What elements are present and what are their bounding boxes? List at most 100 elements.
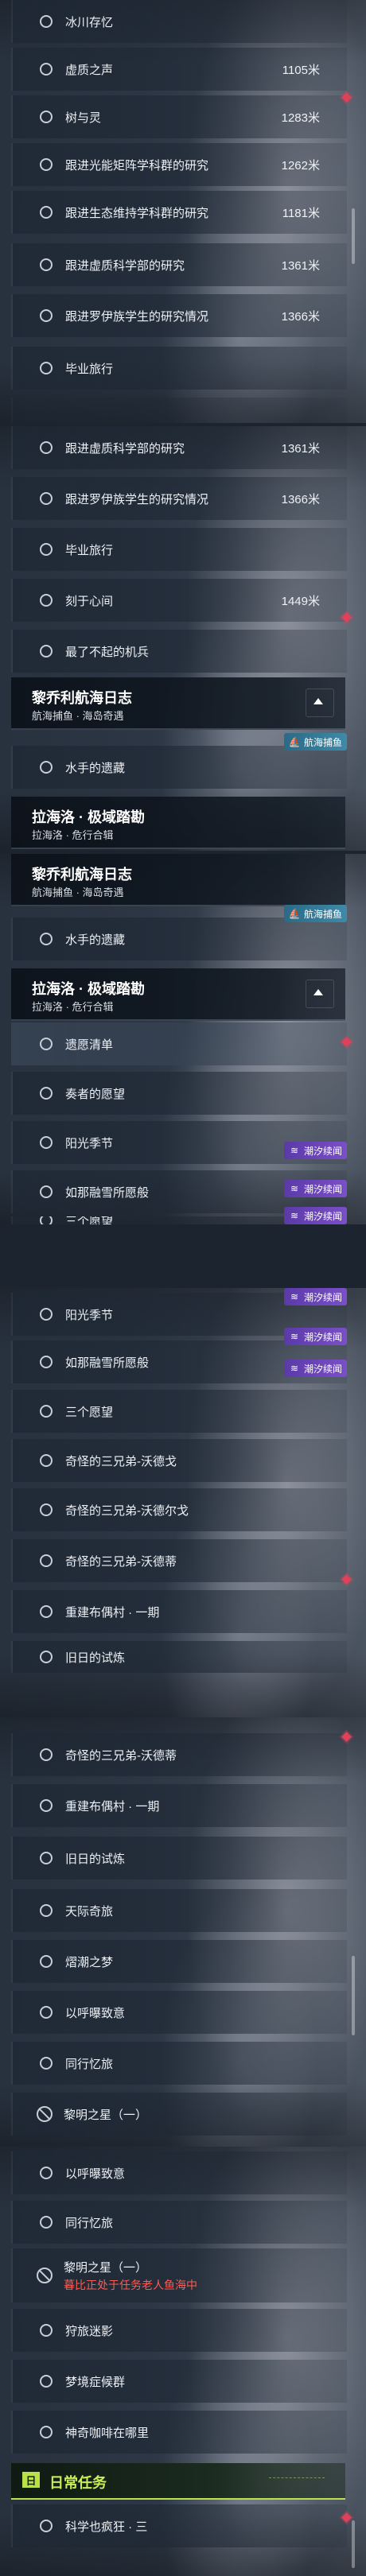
quest-row[interactable]: 重建布偶村 · 一期	[11, 1784, 347, 1827]
quest-row[interactable]: 科学也疯狂 · 三	[11, 2504, 347, 2547]
quest-row[interactable]: 黎明之星（一）	[11, 2093, 347, 2136]
quest-title: 重建布偶村 · 一期	[65, 1799, 160, 1814]
quest-title: 如那融雪所愿般	[65, 1356, 150, 1370]
quest-row[interactable]: 三个愿望	[11, 1390, 347, 1433]
quest-row[interactable]: 天际奇旅	[11, 1889, 347, 1932]
quest-title: 同行忆旅	[65, 2057, 114, 2071]
quest-title: 毕业旅行	[65, 362, 114, 376]
quest-title: 天际奇旅	[65, 1904, 114, 1918]
quest-row[interactable]: 水手的遗藏	[11, 746, 347, 789]
quest-row[interactable]: 跟进虚质科学部的研究 1361米	[11, 426, 347, 469]
quest-blocked-reason: 暮比正处于任务老人鱼海中	[64, 2278, 197, 2291]
quest-row[interactable]: 黎明之星（一） 暮比正处于任务老人鱼海中	[11, 2248, 347, 2302]
wave-icon: ≋	[290, 1145, 299, 1156]
quest-row[interactable]: 跟进罗伊族学生的研究情况 1366米	[11, 294, 347, 337]
quest-title: 跟进虚质科学部的研究	[65, 258, 185, 273]
wave-icon: ≋	[290, 1331, 299, 1342]
daily-title: 日常任务	[49, 2475, 107, 2491]
category-subtitle: 拉海洛 · 危行合辑	[32, 829, 114, 841]
quest-row[interactable]: 跟进生态维持学科群的研究 1181米	[11, 191, 347, 234]
quest-row[interactable]: 遗愿清单	[11, 1022, 347, 1065]
quest-row[interactable]: 冰川存忆	[11, 0, 347, 43]
quest-status-icon	[40, 309, 53, 322]
quest-row[interactable]: 跟进罗伊族学生的研究情况 1366米	[11, 477, 347, 520]
quest-status-icon	[40, 2375, 53, 2388]
quest-title: 旧日的试炼	[65, 1852, 126, 1866]
quest-title: 毕业旅行	[65, 543, 114, 557]
quest-row[interactable]: 狩旅迷影	[11, 2309, 347, 2352]
quest-title: 重建布偶村 · 一期	[65, 1605, 160, 1620]
quest-row[interactable]: 同行忆旅	[11, 2042, 347, 2085]
quest-row[interactable]: 奇怪的三兄弟-沃德尔戈	[11, 1488, 347, 1531]
collapse-up-icon	[313, 989, 323, 995]
quest-status-icon	[40, 1405, 53, 1418]
quest-row[interactable]: 毕业旅行	[11, 347, 347, 390]
quest-row[interactable]: 最了不起的机兵	[11, 630, 347, 673]
chaoxi-tag-badge: ≋ 潮汐续闻	[283, 1142, 347, 1159]
quest-row[interactable]: 跟进虚质科学部的研究 1361米	[11, 243, 347, 286]
hanghai-tag-badge: ⛵ 航海捕鱼	[283, 733, 347, 751]
quest-status-icon	[40, 1799, 53, 1812]
chaoxi-tag-badge: ≋ 潮汐续闻	[283, 1288, 347, 1305]
quest-status-icon	[40, 2216, 53, 2229]
quest-row[interactable]: 树与灵 1283米	[11, 95, 347, 138]
quest-row[interactable]: 旧日的试炼	[11, 1837, 347, 1880]
quest-status-icon	[40, 15, 53, 28]
badge-label: 航海捕鱼	[303, 736, 342, 748]
quest-title: 奇怪的三兄弟-沃德蒂	[65, 1748, 177, 1763]
scrollbar[interactable]	[352, 208, 355, 264]
quest-title: 三个愿望	[65, 1405, 114, 1419]
quest-distance: 1283米	[281, 111, 320, 125]
quest-status-icon	[40, 543, 53, 556]
quest-row[interactable]: 奇怪的三兄弟-沃德蒂	[11, 1733, 347, 1776]
quest-title: 科学也疯狂 · 三	[65, 2520, 148, 2534]
quest-row[interactable]: 梦境症候群	[11, 2360, 347, 2403]
quest-category-header[interactable]: 拉海洛 · 极域踏勘 拉海洛 · 危行合辑	[11, 797, 345, 849]
quest-title: 三个愿望	[65, 1216, 114, 1224]
quest-row[interactable]: 虚质之声 1105米	[11, 48, 347, 91]
quest-row[interactable]: 奇怪的三兄弟-沃德蒂	[11, 1539, 347, 1582]
quest-row[interactable]: 重建布偶村 · 一期	[11, 1590, 347, 1633]
category-title: 黎乔利航海日志	[32, 867, 132, 883]
quest-status-icon	[40, 1136, 53, 1149]
quest-row[interactable]: 旧日的试炼	[11, 1641, 347, 1673]
quest-row[interactable]: 刻于心间 1449米	[11, 579, 347, 622]
quest-title: 跟进光能矩阵学科群的研究	[65, 158, 209, 173]
quest-row[interactable]: 奇怪的三兄弟-沃德戈	[11, 1439, 347, 1482]
quest-row[interactable]: 以呼曝致意	[11, 2151, 347, 2194]
quest-row[interactable]: 水手的遗藏	[11, 918, 347, 960]
quest-title: 阳光季节	[65, 1136, 114, 1150]
quest-row[interactable]: 熠潮之梦	[11, 1940, 347, 1983]
quest-status-icon	[40, 1852, 53, 1864]
quest-distance: 1105米	[282, 63, 320, 77]
scrollbar[interactable]	[352, 1956, 355, 2035]
badge-label: 潮汐续闻	[303, 1291, 342, 1303]
quest-title: 黎明之星（一）	[64, 2108, 148, 2122]
quest-title: 以呼曝致意	[65, 2167, 126, 2181]
quest-category-header[interactable]: 黎乔利航海日志 航海捕鱼 · 海岛奇遇	[11, 677, 345, 730]
blocked-icon	[37, 2106, 53, 2122]
quest-title: 跟进生态维持学科群的研究	[65, 206, 209, 220]
quest-status-icon	[40, 761, 53, 774]
quest-status-icon	[40, 492, 53, 505]
quest-row[interactable]	[11, 398, 347, 423]
daily-quests-header[interactable]: 日 日常任务	[11, 2463, 345, 2500]
quest-category-header[interactable]: 拉海洛 · 极域踏勘 拉海洛 · 危行合辑	[11, 968, 345, 1021]
boat-icon: ⛵	[288, 736, 301, 747]
quest-distance: 1366米	[281, 492, 320, 506]
scrollbar[interactable]	[352, 2520, 355, 2568]
quest-log-screenshots: 冰川存忆 虚质之声 1105米 树与灵 1283米 跟进光能矩阵学科群的研究 1262…	[0, 0, 366, 2576]
decorative-divider	[269, 2477, 325, 2483]
quest-panel-3: 黎乔利航海日志 航海捕鱼 · 海岛奇遇 ⛵ 航海捕鱼 水手的遗藏 拉海洛 · 极域…	[0, 854, 366, 1224]
quest-title: 奇怪的三兄弟-沃德尔戈	[65, 1503, 189, 1518]
quest-status-icon	[40, 111, 53, 123]
quest-category-header[interactable]: 黎乔利航海日志 航海捕鱼 · 海岛奇遇	[11, 854, 345, 906]
quest-status-icon	[40, 1651, 53, 1663]
quest-row[interactable]: 奏者的愿望	[11, 1072, 347, 1115]
quest-status-icon	[40, 1454, 53, 1467]
quest-row[interactable]: 跟进光能矩阵学科群的研究 1262米	[11, 143, 347, 186]
quest-row[interactable]: 以呼曝致意	[11, 1991, 347, 2034]
quest-row[interactable]: 同行忆旅	[11, 2201, 347, 2244]
quest-row[interactable]: 神奇咖啡在哪里	[11, 2411, 347, 2454]
quest-row[interactable]: 毕业旅行	[11, 528, 347, 571]
